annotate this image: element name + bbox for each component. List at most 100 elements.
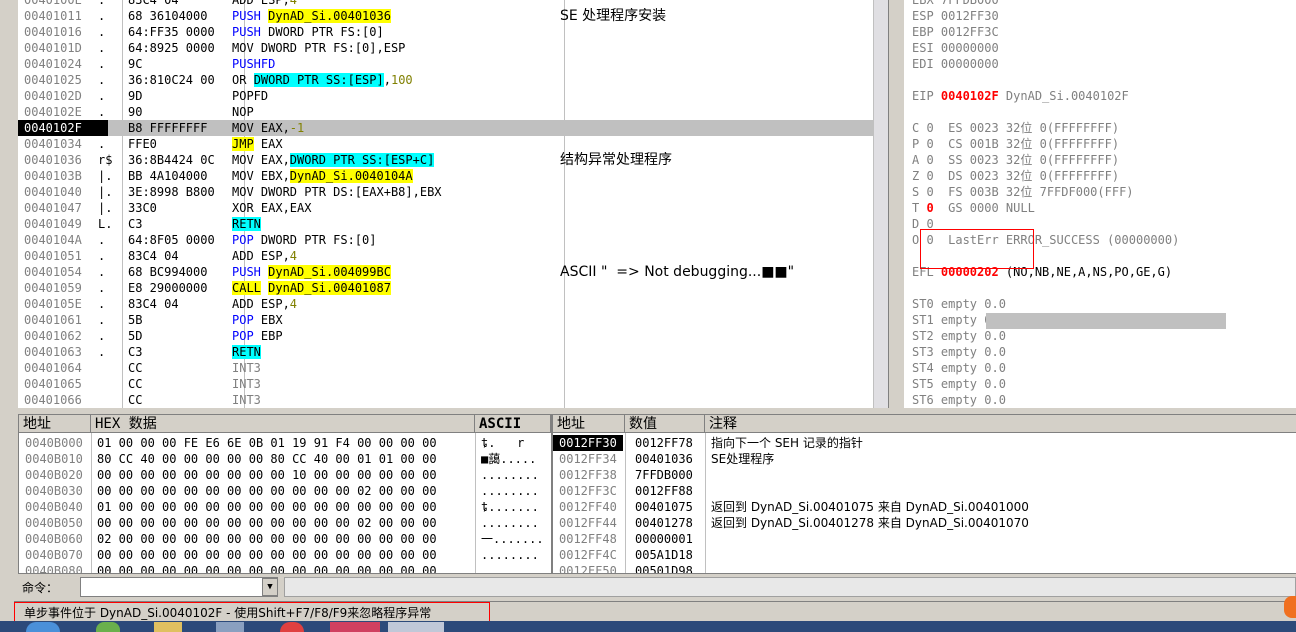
register-row[interactable]: S 0 FS 003B 32位 7FFDF000(FFF) — [912, 184, 1134, 200]
dump-hex: 00 00 00 00 00 00 00 00 00 00 00 00 02 0… — [97, 516, 437, 530]
disasm-address: 00401059 — [24, 281, 82, 295]
window-icon[interactable] — [388, 622, 444, 632]
dump-header-address[interactable]: 地址 — [19, 415, 91, 433]
disassembly-scrollbar[interactable] — [873, 0, 888, 408]
register-row[interactable]: EIP 0040102F DynAD_Si.0040102F — [912, 88, 1129, 104]
register-row[interactable]: EBX 7FFDB000 — [912, 0, 999, 8]
register-row[interactable]: T 0 GS 0000 NULL — [912, 200, 1035, 216]
disasm-row[interactable]: 00401040 |. 3E:8998 B800 MOV DWORD PTR DS:[… — [18, 184, 888, 200]
stack-pane[interactable]: 地址 数值 注释 0012FF30 0012FF78 指向下一个 SEH 记录的指针… — [552, 414, 1296, 574]
disasm-row[interactable]: 00401059. E8 29000000 CALL DynAD_Si.004010… — [18, 280, 888, 296]
dump-header-hex[interactable]: HEX 数据 — [91, 415, 475, 433]
register-row[interactable]: ST6 empty 0.0 — [912, 392, 1006, 408]
disasm-row[interactable]: 0040100E. 83C4 04 ADD ESP,4 — [18, 0, 888, 8]
disasm-row[interactable]: 00401011. 68 36104000 PUSH DynAD_Si.004010… — [18, 8, 888, 24]
stack-address: 0012FF3C — [559, 484, 617, 498]
start-button[interactable] — [26, 622, 60, 632]
disasm-row[interactable]: 00401064 CC INT3 — [18, 360, 888, 376]
tray-icon[interactable] — [1284, 596, 1296, 618]
disasm-row[interactable]: 00401049 L. C3 RETN — [18, 216, 888, 232]
disasm-row[interactable]: 00401025. 36:810C24 00 OR DWORD PTR SS:[ES… — [18, 72, 888, 88]
register-row[interactable]: Z 0 DS 0023 32位 0(FFFFFFFF) — [912, 168, 1119, 184]
disasm-instruction: ADD ESP,4 — [232, 0, 298, 7]
disasm-row[interactable]: 00401063. C3 RETN — [18, 344, 888, 360]
disasm-instruction: CALL DynAD_Si.00401087 — [232, 281, 391, 295]
disasm-marker: . — [98, 297, 106, 311]
register-row[interactable]: EDI 00000000 — [912, 56, 999, 72]
disasm-row[interactable]: 0040102E. 90 NOP — [18, 104, 888, 120]
disasm-row[interactable]: 00401054. 68 BC994000 PUSH DynAD_Si.004099… — [18, 264, 888, 280]
disasm-marker: . — [98, 345, 106, 359]
disasm-row[interactable]: 00401024. 9C PUSHFD — [18, 56, 888, 72]
register-row[interactable]: ESI 00000000 — [912, 40, 999, 56]
disasm-row[interactable]: 00401066 CC INT3 — [18, 392, 888, 408]
disasm-row[interactable]: 00401051. 83C4 04 ADD ESP,4 — [18, 248, 888, 264]
register-row[interactable]: ST2 empty 0.0 — [912, 328, 1006, 344]
chevron-down-icon[interactable]: ▼ — [262, 578, 278, 596]
disasm-address: 00401047 — [24, 201, 82, 215]
register-row[interactable]: ST3 empty 0.0 — [912, 344, 1006, 360]
memory-dump-pane[interactable]: 地址 HEX 数据 ASCII 0040B000 01 00 00 00 FE E… — [18, 414, 552, 574]
stack-header-value[interactable]: 数值 — [625, 415, 705, 433]
disasm-row[interactable]: 0040103B |. BB 4A104000 MOV EBX,DynAD_Si.00… — [18, 168, 888, 184]
disasm-row[interactable]: 00401036 r$ 36:8B4424 0C MOV EAX,DWORD PTR … — [18, 152, 888, 168]
command-input[interactable] — [80, 577, 278, 597]
disasm-row[interactable]: 0040105E. 83C4 04 ADD ESP,4 — [18, 296, 888, 312]
disasm-marker: . — [98, 73, 106, 87]
disasm-hex: CC — [128, 393, 143, 407]
disasm-row[interactable]: 0040101D. 64:8925 0000 MOV DWORD PTR FS:[0… — [18, 40, 888, 56]
folder-icon[interactable] — [154, 622, 182, 632]
disasm-row[interactable]: 0040102D. 9D POPFD — [18, 88, 888, 104]
register-row[interactable]: P 0 CS 001B 32位 0(FFFFFFFF) — [912, 136, 1119, 152]
register-row[interactable]: EBP 0012FF3C — [912, 24, 999, 40]
disasm-marker: . — [98, 137, 106, 151]
register-row[interactable]: ESP 0012FF30 — [912, 8, 999, 24]
command-output — [284, 577, 1296, 597]
register-row[interactable]: C 0 ES 0023 32位 0(FFFFFFFF) — [912, 120, 1119, 136]
browser-icon[interactable] — [96, 622, 120, 632]
dump-address: 0040B020 — [25, 468, 83, 482]
disasm-instruction: MOV DWORD PTR DS:[EAX+B8],EBX — [232, 185, 442, 199]
disasm-instruction: RETN — [232, 217, 261, 231]
disasm-address: 0040103B — [24, 169, 82, 183]
stack-header-comment[interactable]: 注释 — [705, 415, 1296, 433]
dump-hex: 00 00 00 00 00 00 00 00 00 00 00 00 00 0… — [97, 548, 437, 562]
app-icon[interactable] — [216, 622, 244, 632]
disasm-hex: FFE0 — [128, 137, 157, 151]
dump-ascii: 一....... — [481, 532, 544, 546]
disasm-address: 00401036 — [24, 153, 82, 167]
disasm-address: 0040100E — [24, 0, 82, 7]
stack-header-address[interactable]: 地址 — [553, 415, 625, 433]
disasm-address: 00401016 — [24, 25, 82, 39]
dump-address: 0040B030 — [25, 484, 83, 498]
register-row[interactable]: A 0 SS 0023 32位 0(FFFFFFFF) — [912, 152, 1119, 168]
dump-ascii: ........ — [481, 468, 539, 482]
registers-pane[interactable]: EBX 7FFDB000 ESP 0012FF30 EBP 0012FF3C ESI … — [904, 0, 1296, 408]
disasm-instruction: POPFD — [232, 89, 269, 103]
dump-ascii: ȶ....... — [481, 500, 539, 514]
disasm-address: 0040104A — [24, 233, 82, 247]
disasm-hex: 64:8F05 0000 — [128, 233, 215, 247]
disasm-row[interactable]: 0040104A. 64:8F05 0000 POP DWORD PTR FS:[0… — [18, 232, 888, 248]
register-row[interactable]: ST4 empty 0.0 — [912, 360, 1006, 376]
register-row[interactable]: ST0 empty 0.0 — [912, 296, 1006, 312]
disassembly-pane[interactable]: 0040100E. 83C4 04 ADD ESP,4 00401011. 68 361… — [18, 0, 889, 408]
disasm-row[interactable]: 00401062. 5D POP EBP — [18, 328, 888, 344]
stack-comment: 返回到 DynAD_Si.00401075 来自 DynAD_Si.004010… — [711, 500, 1029, 514]
disasm-address: 0040102E — [24, 105, 82, 119]
disasm-row[interactable]: 0040102F. B8 FFFFFFFF MOV EAX,-1 — [18, 120, 888, 136]
dump-header-ascii[interactable]: ASCII — [475, 415, 551, 433]
stack-address: 0012FF34 — [559, 452, 617, 466]
app-icon[interactable] — [280, 622, 304, 632]
debugger-icon[interactable] — [330, 622, 380, 632]
dump-address: 0040B070 — [25, 548, 83, 562]
disasm-instruction: POP EBP — [232, 329, 283, 343]
register-row[interactable]: ST5 empty 0.0 — [912, 376, 1006, 392]
disasm-row[interactable]: 00401065 CC INT3 — [18, 376, 888, 392]
disasm-marker: . — [98, 41, 106, 55]
disasm-marker: . — [98, 233, 106, 247]
disasm-row[interactable]: 00401034. FFE0 JMP EAX — [18, 136, 888, 152]
disasm-row[interactable]: 00401061. 5B POP EBX — [18, 312, 888, 328]
disasm-row[interactable]: 00401016. 64:FF35 0000 PUSH DWORD PTR FS:[… — [18, 24, 888, 40]
disasm-row[interactable]: 00401047 |. 33C0 XOR EAX,EAX — [18, 200, 888, 216]
